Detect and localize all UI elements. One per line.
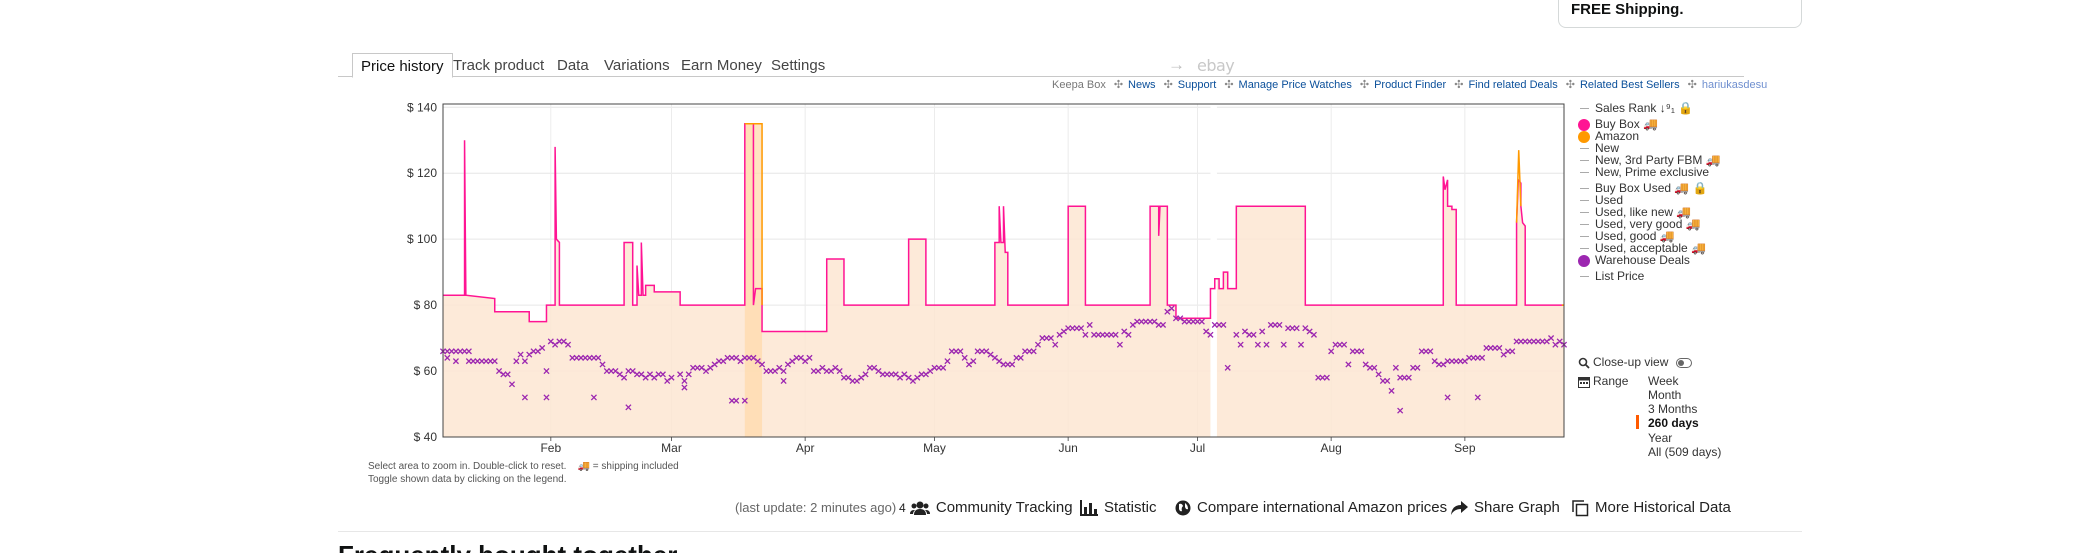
- search-icon: [1578, 357, 1590, 369]
- y-tick-label: $ 60: [414, 364, 438, 378]
- calendar-icon: [1578, 376, 1590, 388]
- compare-prices-button[interactable]: Compare international Amazon prices: [1175, 497, 1447, 519]
- community-count: 4: [899, 501, 906, 515]
- divider: [338, 531, 1802, 532]
- range-260-days[interactable]: 260 days: [1648, 416, 1699, 430]
- chart-note-zoom: Select area to zoom in. Double-click to …: [368, 461, 679, 472]
- y-tick-label: $ 80: [414, 298, 438, 312]
- y-tick-label: $ 40: [414, 430, 438, 444]
- range-selected-marker: [1636, 415, 1639, 429]
- bar-chart-icon: [1080, 500, 1098, 517]
- legend-line: [1580, 172, 1589, 173]
- x-tick-label: May: [923, 441, 946, 455]
- y-tick-label: $ 140: [407, 100, 437, 114]
- closeup-view-toggle[interactable]: Close-up view: [1578, 355, 1692, 369]
- legend-line: [1580, 188, 1589, 189]
- range-week[interactable]: Week: [1648, 374, 1678, 388]
- historical-data-button[interactable]: More Historical Data: [1572, 497, 1731, 519]
- copy-icon: [1572, 499, 1589, 516]
- last-update: (last update: 2 minutes ago): [735, 500, 897, 515]
- separator-icon: ✣: [1454, 79, 1464, 91]
- x-tick-label: Aug: [1320, 441, 1341, 455]
- section-title-frequently-bought: Frequently bought together: [338, 540, 677, 553]
- legend-line: [1580, 212, 1589, 213]
- tab-settings[interactable]: Settings: [771, 57, 825, 74]
- users-icon: [909, 501, 930, 516]
- x-tick-label: Sep: [1454, 441, 1476, 455]
- separator-icon: ✣: [1113, 79, 1124, 91]
- tab-variations[interactable]: Variations: [604, 57, 670, 74]
- range-year[interactable]: Year: [1648, 431, 1672, 445]
- shipping-note: 🚚 = shipping included: [577, 461, 679, 472]
- legend-line: [1580, 276, 1589, 277]
- legend-label: Warehouse Deals: [1595, 253, 1690, 267]
- link-related-best-sellers[interactable]: Related Best Sellers: [1580, 79, 1680, 91]
- x-tick-label: Feb: [540, 441, 561, 455]
- link-news[interactable]: News: [1128, 79, 1156, 91]
- closeup-label: Close-up view: [1593, 355, 1669, 369]
- separator-icon: ✣: [1163, 79, 1173, 91]
- legend-line: [1580, 248, 1589, 249]
- range-3-months[interactable]: 3 Months: [1648, 402, 1697, 416]
- statistic-label: Statistic: [1104, 499, 1157, 516]
- community-tracking-button[interactable]: 4 Community Tracking: [899, 497, 1073, 519]
- x-tick-label: Jun: [1058, 441, 1077, 455]
- legend-dot: [1578, 131, 1590, 143]
- tab-track-product[interactable]: Track product: [453, 57, 544, 74]
- legend-line: [1580, 236, 1589, 237]
- share-icon: [1451, 501, 1468, 516]
- legend-line: [1580, 224, 1589, 225]
- chart-note-toggle: Toggle shown data by clicking on the leg…: [368, 474, 567, 485]
- legend-label: List Price: [1595, 269, 1645, 283]
- community-label: Community Tracking: [935, 499, 1073, 516]
- x-tick-label: Apr: [796, 441, 815, 455]
- share-graph-button[interactable]: Share Graph: [1450, 497, 1560, 519]
- separator-icon: ✣: [1565, 79, 1575, 91]
- globe-icon: [1175, 500, 1191, 516]
- free-shipping-text: FREE Shipping.: [1571, 1, 1684, 18]
- zoom-note: Select area to zoom in. Double-click to …: [368, 461, 567, 472]
- x-tick-label: Jul: [1190, 441, 1205, 455]
- link-username[interactable]: hariukasdesu: [1702, 79, 1767, 91]
- keepa-links: Keepa Box ✣ News ✣ Support ✣ Manage Price Watc…: [1052, 78, 1770, 91]
- legend-line: [1580, 148, 1589, 149]
- x-tick-label: Mar: [661, 441, 682, 455]
- compare-label: Compare international Amazon prices: [1197, 499, 1448, 516]
- range-label: Range: [1593, 374, 1629, 388]
- share-label: Share Graph: [1474, 499, 1560, 516]
- legend-line: [1580, 160, 1589, 161]
- tab-earn-money[interactable]: Earn Money: [681, 57, 762, 74]
- link-manage-price-watches[interactable]: Manage Price Watches: [1239, 79, 1352, 91]
- legend-label: Sales Rank ↓⁹₁ 🔒: [1595, 101, 1694, 115]
- separator-icon: ✣: [1224, 79, 1234, 91]
- arrow-right-icon: →: [1168, 55, 1185, 74]
- legend-dot: [1578, 255, 1590, 267]
- tab-data[interactable]: Data: [557, 57, 589, 74]
- range-month[interactable]: Month: [1648, 388, 1681, 402]
- tab-ebay[interactable]: ebay: [1197, 56, 1235, 75]
- price-history-chart[interactable]: $ 140 $ 120 $ 100 $ 80 $ 60 $ 40 Feb Mar Apr May J…: [400, 98, 1580, 458]
- historical-label: More Historical Data: [1595, 499, 1731, 516]
- legend-dot: [1578, 119, 1590, 131]
- link-support[interactable]: Support: [1178, 79, 1217, 91]
- separator-icon: ✣: [1359, 79, 1370, 91]
- y-tick-label: $ 100: [407, 232, 437, 246]
- y-tick-label: $ 120: [407, 166, 437, 180]
- toggle-off-icon[interactable]: [1675, 357, 1692, 368]
- range-section: Range: [1578, 374, 1628, 388]
- link-find-related-deals[interactable]: Find related Deals: [1468, 79, 1557, 91]
- legend-line: [1580, 200, 1589, 201]
- tab-price-history[interactable]: Price history: [352, 53, 453, 78]
- tab-bar: Price history Track product Data Variati…: [338, 53, 1744, 78]
- keepa-box-label: Keepa Box: [1052, 79, 1106, 91]
- legend-line: [1580, 108, 1589, 109]
- range-all[interactable]: All (509 days): [1648, 445, 1721, 459]
- link-product-finder[interactable]: Product Finder: [1374, 79, 1446, 91]
- separator-icon: ✣: [1687, 79, 1697, 91]
- legend-label: New, Prime exclusive: [1595, 165, 1710, 179]
- statistic-button[interactable]: Statistic: [1080, 497, 1157, 519]
- data-gap: [1210, 104, 1217, 437]
